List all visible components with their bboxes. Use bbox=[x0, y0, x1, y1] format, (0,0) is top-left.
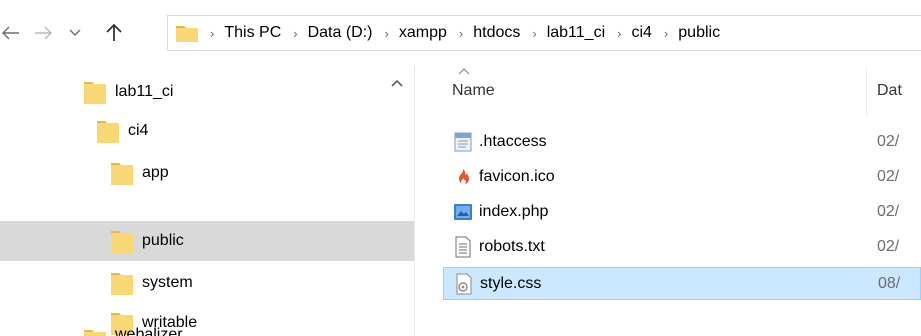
folder-icon bbox=[84, 81, 106, 104]
tree-item-label: webalizer bbox=[115, 326, 183, 336]
forward-button[interactable] bbox=[30, 18, 56, 48]
file-date: 08/ bbox=[878, 274, 901, 292]
recent-locations-button[interactable] bbox=[64, 18, 86, 48]
breadcrumb-xampp[interactable]: xampp bbox=[399, 24, 447, 42]
breadcrumb-public[interactable]: public bbox=[678, 24, 720, 42]
back-button[interactable] bbox=[0, 18, 22, 48]
file-row-htaccess[interactable]: .htaccess 02/ bbox=[443, 127, 921, 157]
breadcrumb-separator-icon: › bbox=[210, 25, 215, 41]
tree-item-app[interactable]: app bbox=[0, 152, 414, 193]
file-date: 02/ bbox=[877, 133, 900, 150]
folder-icon bbox=[84, 330, 106, 336]
tree-item-label: system bbox=[142, 273, 193, 291]
htaccess-file-icon bbox=[454, 132, 472, 152]
tree-item-label: lab11_ci bbox=[115, 82, 174, 100]
folder-icon bbox=[97, 120, 119, 143]
breadcrumb-separator-icon: › bbox=[663, 25, 669, 41]
folder-icon bbox=[111, 231, 133, 253]
tree-item-webalizer[interactable]: webalizer bbox=[0, 324, 414, 336]
file-name: style.css bbox=[480, 274, 542, 292]
css-file-icon bbox=[456, 273, 472, 294]
codeigniter-flame-icon bbox=[459, 169, 469, 184]
chevron-down-icon bbox=[69, 29, 81, 36]
column-header-date[interactable]: Dat bbox=[877, 82, 902, 100]
breadcrumb-lab11-ci[interactable]: lab11_ci bbox=[547, 24, 605, 42]
file-row-robots-txt[interactable]: robots.txt 02/ bbox=[443, 232, 921, 262]
breadcrumb-ci4[interactable]: ci4 bbox=[631, 24, 651, 42]
file-row-index-php[interactable]: index.php 02/ bbox=[443, 197, 921, 227]
file-row-favicon[interactable]: favicon.ico 02/ bbox=[443, 162, 921, 192]
php-file-icon bbox=[454, 204, 472, 220]
breadcrumb-this-pc[interactable]: This PC bbox=[224, 24, 281, 42]
breadcrumb-separator-icon: › bbox=[617, 25, 622, 41]
breadcrumb-data-drive[interactable]: Data (D:) bbox=[308, 24, 373, 42]
file-date: 02/ bbox=[877, 203, 900, 220]
file-name: index.php bbox=[479, 203, 549, 220]
tree-item-public[interactable]: public bbox=[0, 221, 414, 261]
file-name: favicon.ico bbox=[479, 168, 555, 185]
arrow-left-icon bbox=[2, 26, 19, 40]
file-name: robots.txt bbox=[479, 238, 545, 255]
tree-item-label: public bbox=[142, 232, 184, 249]
up-button[interactable] bbox=[97, 18, 131, 48]
breadcrumb-separator-icon: › bbox=[293, 25, 298, 41]
tree-item-lab11-ci[interactable]: lab11_ci bbox=[0, 71, 414, 112]
tree-item-system[interactable]: system bbox=[0, 262, 414, 303]
text-file-icon bbox=[455, 236, 471, 258]
breadcrumb-htdocs[interactable]: htdocs bbox=[473, 24, 520, 42]
arrow-right-icon bbox=[35, 26, 52, 40]
arrow-up-icon bbox=[106, 24, 122, 41]
sort-ascending-icon bbox=[458, 68, 470, 75]
column-separator[interactable] bbox=[866, 66, 867, 116]
file-row-style-css[interactable]: style.css 08/ bbox=[443, 267, 921, 300]
file-date: 02/ bbox=[877, 238, 900, 255]
tree-item-label: app bbox=[142, 163, 169, 181]
file-date: 02/ bbox=[877, 168, 900, 185]
tree-item-ci4[interactable]: ci4 bbox=[0, 110, 414, 151]
breadcrumb-separator-icon: › bbox=[532, 25, 537, 41]
address-bar[interactable]: › This PC › Data (D:) › xampp › htdocs ›… bbox=[167, 15, 921, 51]
breadcrumb-separator-icon: › bbox=[384, 25, 389, 41]
folder-icon bbox=[111, 162, 133, 185]
file-name: .htaccess bbox=[479, 133, 547, 150]
breadcrumb-separator-icon: › bbox=[458, 25, 464, 41]
tree-item-label: ci4 bbox=[128, 121, 149, 139]
folder-icon bbox=[176, 25, 198, 42]
folder-icon bbox=[111, 272, 133, 295]
navigation-bar: › This PC › Data (D:) › xampp › htdocs ›… bbox=[0, 0, 921, 66]
column-header-name[interactable]: Name bbox=[452, 82, 495, 100]
